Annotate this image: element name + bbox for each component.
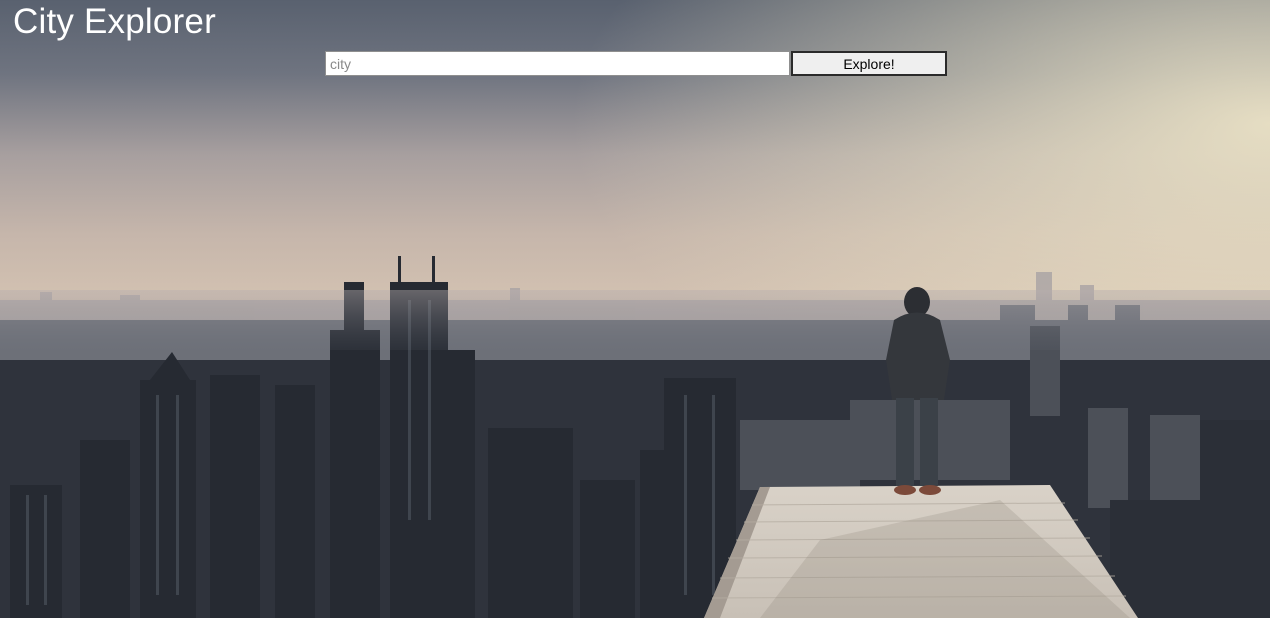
city-search-input[interactable] xyxy=(325,51,790,76)
app-title: City Explorer xyxy=(13,2,216,41)
search-form: Explore! xyxy=(325,51,947,76)
city-skyline-background-image xyxy=(0,0,1270,618)
explore-button[interactable]: Explore! xyxy=(791,51,947,76)
